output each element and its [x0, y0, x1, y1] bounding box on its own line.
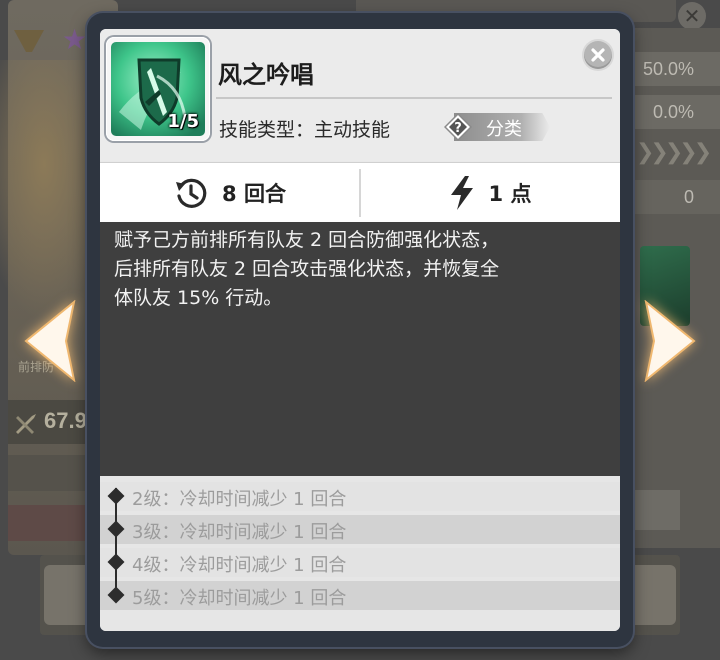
background-chevrons: ❯❯❯❯❯ — [636, 140, 712, 165]
background-attr-value: 50.0% — [620, 52, 720, 86]
upgrade-track-line — [115, 488, 117, 592]
upgrade-text: 4级：冷却时间减少 1 回合 — [132, 555, 347, 576]
background-close-icon: ✕ — [678, 2, 706, 30]
previous-skill-arrow[interactable] — [22, 300, 76, 382]
description-line: 体队友 15% 行动。 — [114, 287, 283, 309]
skill-level-label: 1/5 — [167, 111, 199, 132]
cooldown-stat: 8 回合 — [100, 163, 360, 223]
cooldown-value: 8 回合 — [222, 182, 286, 206]
background-stat-value: 67.9 — [44, 408, 87, 433]
close-button[interactable] — [584, 41, 612, 69]
description-line: 后排所有队友 2 回合攻击强化状态，并恢复全 — [114, 258, 500, 280]
cost-stat: 1 点 — [360, 163, 620, 223]
cooldown-clock-icon — [176, 178, 207, 208]
background-attr-value: 0.0% — [620, 95, 720, 129]
next-skill-arrow[interactable] — [644, 300, 698, 382]
header-divider — [216, 97, 612, 99]
wind-sword-shield-icon: 1/5 — [111, 42, 205, 136]
skill-description: 赋予己方前排所有队友 2 回合防御强化状态， 后排所有队友 2 回合攻击强化状态… — [100, 222, 620, 476]
cost-value: 1 点 — [488, 182, 532, 206]
help-diamond-icon: ? — [444, 113, 472, 141]
skill-detail-dialog: 1/5 风之吟唱 技能类型：主动技能 ? 分类 8 回合 1 点 赋予己方前排所… — [87, 13, 633, 647]
svg-text:?: ? — [454, 121, 462, 136]
category-tag-button[interactable]: ? 分类 — [444, 112, 550, 142]
upgrade-text: 2级：冷却时间减少 1 回合 — [132, 489, 347, 510]
background-star-icon: ★ — [62, 23, 88, 56]
upgrade-row: 4级：冷却时间减少 1 回合 — [100, 548, 620, 577]
category-label: 分类 — [486, 119, 522, 140]
background-sword-icon — [16, 414, 36, 434]
skill-name: 风之吟唱 — [218, 61, 314, 89]
skill-stats-bar: 8 回合 1 点 — [100, 162, 620, 222]
upgrade-list: 2级：冷却时间减少 1 回合 3级：冷却时间减少 1 回合 4级：冷却时间减少 … — [100, 476, 620, 631]
close-icon — [591, 48, 605, 62]
skill-header: 1/5 风之吟唱 技能类型：主动技能 ? 分类 — [100, 29, 620, 161]
skill-detail-panel: 1/5 风之吟唱 技能类型：主动技能 ? 分类 8 回合 1 点 赋予己方前排所… — [100, 29, 620, 631]
background-attr-value: 0 — [620, 180, 720, 214]
upgrade-row: 2级：冷却时间减少 1 回合 — [100, 482, 620, 511]
upgrade-text: 5级：冷却时间减少 1 回合 — [132, 588, 347, 609]
description-line: 赋予己方前排所有队友 2 回合防御强化状态， — [114, 229, 500, 251]
upgrade-row: 5级：冷却时间减少 1 回合 — [100, 581, 620, 610]
skill-type-label: 技能类型：主动技能 — [219, 119, 391, 141]
upgrade-text: 3级：冷却时间减少 1 回合 — [132, 522, 347, 543]
lightning-icon — [450, 176, 473, 210]
skill-icon-frame: 1/5 — [106, 37, 210, 141]
upgrade-row: 3级：冷却时间减少 1 回合 — [100, 515, 620, 544]
